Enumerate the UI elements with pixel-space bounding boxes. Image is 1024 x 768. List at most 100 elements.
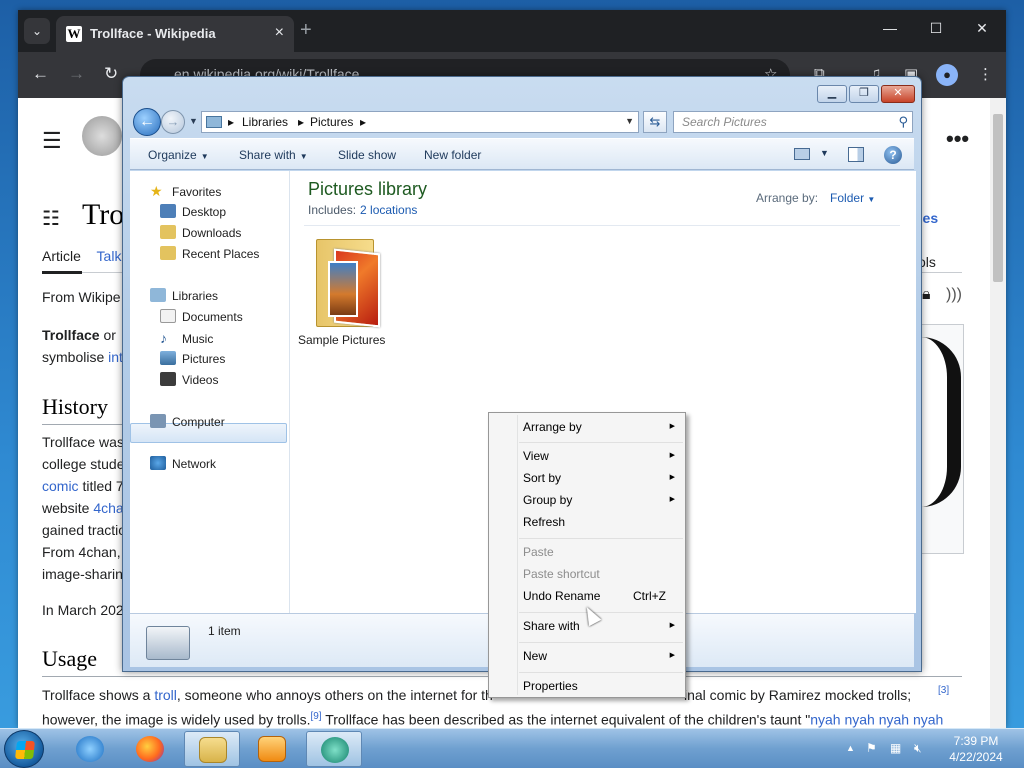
menu-sort-by[interactable]: Sort by	[523, 471, 561, 485]
slide-show-button[interactable]: Slide show	[338, 148, 396, 162]
system-clock[interactable]: 7:39 PM 4/22/2024	[940, 733, 1012, 765]
menu-properties[interactable]: Properties	[523, 679, 578, 693]
menu-share-with[interactable]: Share with	[523, 619, 580, 633]
menu-arrange-by[interactable]: Arrange by	[523, 420, 582, 434]
menu-refresh[interactable]: Refresh	[523, 515, 565, 529]
nav-documents[interactable]: Documents	[160, 309, 243, 324]
library-includes: Includes: 2 locations	[308, 203, 417, 217]
search-icon[interactable]: ⚲	[898, 114, 908, 130]
new-folder-button[interactable]: New folder	[424, 148, 481, 162]
taskbar-firefox[interactable]	[122, 731, 178, 767]
arrange-by-dropdown[interactable]: Folder ▼	[830, 191, 875, 205]
show-hidden-icons-icon[interactable]: ▲	[846, 743, 855, 753]
crumb-separator-icon[interactable]: ▸	[228, 115, 234, 129]
breadcrumb-libraries[interactable]: Libraries	[242, 115, 288, 129]
nav-desktop[interactable]: Desktop	[160, 204, 226, 219]
preview-pane-icon[interactable]	[848, 147, 864, 162]
share-with-button[interactable]: Share with ▼	[239, 148, 308, 162]
change-view-icon[interactable]	[794, 148, 810, 160]
arrange-by-value: Folder	[830, 191, 865, 205]
menu-view[interactable]: View	[523, 449, 549, 463]
organize-button[interactable]: Organize ▼	[148, 148, 209, 162]
locations-link[interactable]: 2 locations	[360, 203, 417, 217]
back-button[interactable]: ←	[133, 108, 161, 136]
taskbar-internet-explorer[interactable]	[62, 731, 118, 767]
lock-icon[interactable]: 🔒︎	[922, 286, 931, 304]
nav-pictures[interactable]: Pictures	[160, 351, 225, 366]
page-scrollbar[interactable]	[990, 98, 1006, 728]
profile-avatar-icon[interactable]: ●	[936, 64, 958, 86]
nav-videos[interactable]: Videos	[160, 372, 218, 387]
breadcrumb-pictures[interactable]: Pictures	[310, 115, 353, 129]
menu-undo-rename[interactable]: Undo Rename	[523, 589, 600, 603]
folder-label[interactable]: Sample Pictures	[298, 333, 385, 347]
help-icon[interactable]: ?	[884, 146, 902, 164]
network-tray-icon[interactable]: ▦	[890, 741, 901, 755]
address-dropdown-icon[interactable]: ▼	[625, 116, 634, 126]
library-title: Pictures library	[308, 179, 428, 199]
scrollbar-thumb[interactable]	[993, 114, 1003, 282]
crumb-separator-icon[interactable]: ▸	[360, 115, 366, 129]
explorer-restore-button[interactable]: ❐	[849, 85, 879, 103]
tab-trollface[interactable]: W Trollface - Wikipedia ×	[56, 16, 294, 52]
citation-3[interactable]: [3]	[938, 680, 949, 702]
nav-music[interactable]: ♪ Music	[160, 330, 213, 346]
forward-button[interactable]: →	[161, 110, 185, 134]
explorer-minimize-button[interactable]: ▁	[817, 85, 847, 103]
pictures-icon	[160, 351, 176, 365]
close-window-icon[interactable]: ✕	[962, 20, 1002, 37]
menu-paste-shortcut: Paste shortcut	[523, 567, 600, 581]
star-icon: ★	[150, 183, 163, 199]
maximize-icon[interactable]: ☐	[916, 20, 956, 37]
reload-icon[interactable]: ↻	[104, 64, 118, 84]
4chan-link[interactable]: 4cha	[93, 500, 123, 516]
forward-arrow-icon[interactable]: →	[68, 64, 85, 84]
submenu-arrow-icon: ▶	[669, 452, 675, 459]
search-input[interactable]: Search Pictures ⚲	[673, 111, 913, 133]
nav-computer-label: Computer	[172, 415, 225, 429]
action-center-flag-icon[interactable]: ⚑	[866, 741, 877, 755]
toc-icon[interactable]: ☷	[42, 206, 60, 231]
nav-downloads[interactable]: Downloads	[160, 225, 241, 240]
nav-computer[interactable]: Computer	[150, 414, 225, 429]
menu-new[interactable]: New	[523, 649, 547, 663]
usage-text-a: Trollface shows a	[42, 687, 155, 703]
taskbar-chrome[interactable]	[306, 731, 362, 767]
chrome-menu-icon[interactable]: ⋮	[978, 65, 993, 83]
audio-icon[interactable]: )))	[946, 286, 962, 304]
tab-talk[interactable]: Talk	[97, 248, 122, 264]
minimize-icon[interactable]: —	[870, 20, 910, 36]
troll-link[interactable]: troll	[154, 687, 177, 703]
volume-muted-icon[interactable]: 🔇︎	[914, 741, 922, 756]
explorer-address-bar[interactable]: ▸ Libraries ▸ Pictures ▸ ▼	[201, 111, 639, 133]
recent-pages-dropdown-icon[interactable]: ▼	[189, 116, 198, 126]
explorer-close-button[interactable]: ✕	[881, 85, 915, 103]
nav-libraries[interactable]: Libraries	[150, 288, 218, 303]
menu-group-by[interactable]: Group by	[523, 493, 572, 507]
tab-search-button[interactable]: ⌄	[24, 18, 50, 44]
context-menu: Arrange by ▶ View ▶ Sort by ▶ Group by ▶…	[488, 412, 686, 698]
taskbar-media-player[interactable]	[244, 731, 300, 767]
start-button[interactable]	[4, 730, 44, 768]
tab-close-icon[interactable]: ×	[275, 24, 284, 42]
new-tab-icon[interactable]: +	[300, 19, 312, 42]
lead-link[interactable]: int	[108, 349, 123, 365]
nav-recent-places[interactable]: Recent Places	[160, 246, 259, 261]
crumb-separator-icon[interactable]: ▸	[298, 115, 304, 129]
nyah-link[interactable]: nyah nyah nyah nyah	[810, 712, 943, 728]
folder-sample-pictures[interactable]	[316, 233, 382, 329]
chevron-down-icon: ▼	[867, 195, 876, 204]
more-options-icon[interactable]: •••	[946, 126, 969, 152]
view-options-dropdown-icon[interactable]: ▼	[820, 148, 829, 158]
refresh-button[interactable]: ⇆	[643, 111, 667, 133]
nav-favorites[interactable]: ★ Favorites	[150, 183, 221, 199]
back-arrow-icon[interactable]: ←	[32, 64, 49, 84]
nav-network[interactable]: Network	[150, 456, 216, 471]
main-menu-icon[interactable]: ☰	[42, 128, 62, 154]
taskbar-explorer[interactable]	[184, 731, 240, 767]
comic-link[interactable]: comic	[42, 478, 79, 494]
wikipedia-logo[interactable]	[82, 116, 122, 156]
share-with-label: Share with	[239, 148, 296, 162]
citation-9[interactable]: [9]	[310, 711, 321, 722]
tab-article[interactable]: Article	[42, 248, 81, 264]
